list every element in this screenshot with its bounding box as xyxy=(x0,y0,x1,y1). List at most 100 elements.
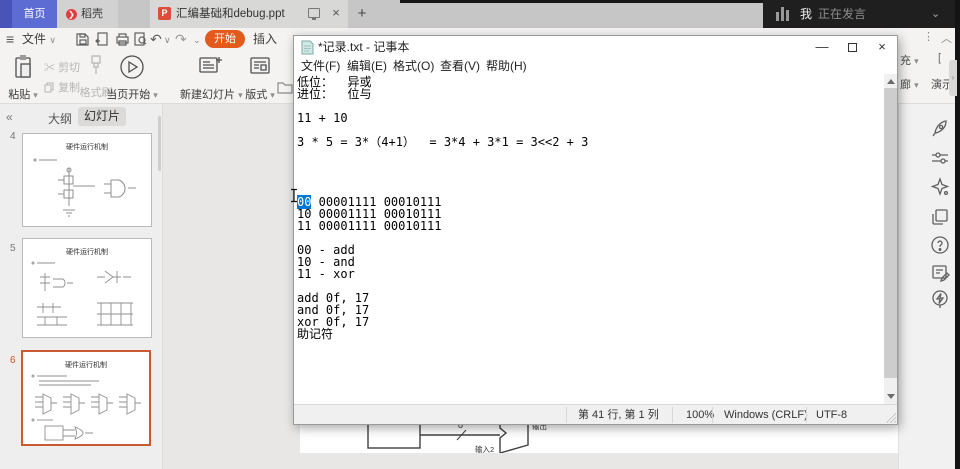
close-document-icon[interactable]: × xyxy=(328,5,344,21)
collapse-panel-button[interactable]: « xyxy=(6,110,13,124)
document-title: 汇编基础和debug.ppt xyxy=(176,8,285,20)
clipboard-icon xyxy=(15,55,31,78)
copy-label: 复制 xyxy=(58,82,81,94)
help-icon[interactable] xyxy=(930,235,950,255)
scroll-down-icon[interactable] xyxy=(884,390,897,404)
chevron-down-icon[interactable]: ⌄ xyxy=(931,0,940,28)
notepad-scrollbar[interactable] xyxy=(884,74,897,404)
line-ending: Windows (CRLF) xyxy=(724,409,808,421)
notepad-text-line: 11 + 10 xyxy=(297,111,348,125)
cut-label: 剪切 xyxy=(58,62,81,74)
maximize-button[interactable] xyxy=(837,36,867,58)
notepad-text-area[interactable]: 低位： 异或 进位： 位与 11 + 10 3 * 5 = 3*（4+1） = 3*4… xyxy=(294,74,897,404)
fill-button-partial[interactable]: 充 ▾ xyxy=(900,52,919,68)
cast-screen-icon[interactable] xyxy=(308,8,320,20)
menu-file[interactable]: 文件(F) xyxy=(301,58,340,74)
more-tools-icon[interactable]: ⌄ xyxy=(193,28,201,50)
notepad-statusbar: 第 41 行, 第 1 列 100% Windows (CRLF) UTF-8 xyxy=(294,404,897,424)
tab-docer-label: 稻壳 xyxy=(81,8,103,20)
undo-icon[interactable]: ↶ xyxy=(150,28,162,50)
ribbon-tab-insert[interactable]: 插入 xyxy=(253,28,277,50)
notepad-titlebar[interactable]: *记录.txt - 记事本 — × xyxy=(294,36,897,58)
slide-title: 硬件运行机制 xyxy=(66,249,108,256)
slide-thumbnail-6-selected[interactable]: 硬件运行机制 xyxy=(21,350,151,446)
text-cursor-pointer xyxy=(291,188,297,203)
minimize-button[interactable]: — xyxy=(807,36,837,58)
folder-icon[interactable] xyxy=(277,80,293,94)
notepad-title: *记录.txt - 记事本 xyxy=(318,40,410,54)
new-slide-button[interactable]: 新建幻灯片 ▾ xyxy=(180,54,243,101)
encoding: UTF-8 xyxy=(816,409,848,421)
slide-number: 5 xyxy=(10,243,16,254)
print-preview-icon[interactable] xyxy=(132,31,148,47)
notepad-window: *记录.txt - 记事本 — × 文件(F) 编辑(E) 格式(O) 查看(V… xyxy=(293,35,898,425)
notepad-text-line xyxy=(297,232,884,244)
new-slide-icon xyxy=(199,57,222,73)
more-vert-icon[interactable]: ⋮ xyxy=(923,30,934,43)
notepad-text-line: 10 - and xyxy=(297,255,355,269)
audio-level-icon xyxy=(776,7,792,21)
slide-panel: « 大纲 幻灯片 4 硬件运行机制 5 硬件运行机制 6 硬件运行机制 xyxy=(0,104,163,469)
rocket-icon[interactable] xyxy=(930,118,950,138)
flash-pin-icon[interactable] xyxy=(930,289,950,309)
file-menu[interactable]: 文件 ∨ xyxy=(22,28,56,50)
tab-slides[interactable]: 幻灯片 xyxy=(78,107,126,126)
scrollbar-thumb[interactable] xyxy=(884,88,897,378)
notepad-text-line: 00 - add xyxy=(297,243,355,257)
outline-button-partial[interactable]: 廊 ▾ xyxy=(900,76,919,92)
menu-edit[interactable]: 编辑(E) xyxy=(347,58,387,74)
sparkle-star-icon[interactable] xyxy=(930,177,950,197)
print-icon[interactable] xyxy=(114,31,130,47)
duplicate-layers-icon[interactable] xyxy=(930,207,950,227)
notepad-text-line xyxy=(297,148,884,160)
copy-button[interactable]: 复制 xyxy=(44,79,80,95)
new-tab-button[interactable]: + xyxy=(352,4,372,24)
play-icon xyxy=(120,55,144,79)
menu-format[interactable]: 格式(O) xyxy=(393,58,434,74)
menu-view[interactable]: 查看(V) xyxy=(440,58,480,74)
slide-thumbnail-4[interactable]: 硬件运行机制 xyxy=(22,133,152,227)
zoom-level[interactable]: 100% xyxy=(686,405,714,425)
notepad-text-line xyxy=(297,160,884,172)
paste-button[interactable]: 粘贴 ▾ xyxy=(5,54,41,101)
cursor-position: 第 41 行, 第 1 列 xyxy=(578,409,659,421)
tab-docer[interactable]: ❯ 稻壳 xyxy=(57,0,118,28)
play-from-current-button[interactable]: 当页开始 ▾ xyxy=(103,54,161,101)
top-divider xyxy=(400,0,763,3)
side-panel-handle[interactable]: › xyxy=(949,60,957,96)
notepad-text-line: 3 * 5 = 3*（4+1） = 3*4 + 3*1 = 3<<2 + 3 xyxy=(297,135,589,149)
bracket-icon: [ xyxy=(938,52,942,64)
redo-icon[interactable]: ↷ xyxy=(175,28,187,50)
notepad-text-line: xor 0f, 17 xyxy=(297,315,370,329)
sliders-icon[interactable] xyxy=(930,148,950,168)
slide-sketch xyxy=(33,158,136,217)
notepad-text-line xyxy=(297,172,884,184)
panel-scrollbar[interactable] xyxy=(158,116,161,171)
paste-label: 粘贴 xyxy=(8,89,31,101)
slide-sketch xyxy=(31,261,133,326)
scroll-up-icon[interactable] xyxy=(884,74,897,88)
meeting-status-bar[interactable]: 我 正在发言 ⌄ xyxy=(763,0,955,28)
ppt-file-icon: P xyxy=(158,7,171,20)
undo-dropdown[interactable]: ∨ xyxy=(164,28,171,50)
resize-grip[interactable] xyxy=(886,413,896,423)
input2-label: 输入2 xyxy=(475,444,494,453)
wps-presentation-app: 首页 ❯ 稻壳 P 汇编基础和debug.ppt × + 我 正在发言 ⌄ ≡ … xyxy=(0,0,960,469)
layout-button[interactable]: 版式 ▾ xyxy=(243,54,277,101)
export-icon[interactable] xyxy=(94,31,110,47)
hamburger-menu-icon[interactable]: ≡ xyxy=(6,28,14,50)
slide-thumbnail-5[interactable]: 硬件运行机制 xyxy=(22,238,152,338)
collapse-ribbon-icon[interactable]: ︿ xyxy=(941,30,952,46)
close-button[interactable]: × xyxy=(867,36,897,58)
notes-edit-icon[interactable] xyxy=(930,262,950,283)
meeting-me-label: 我 xyxy=(800,7,813,21)
notepad-text-line: 11 - xor xyxy=(297,267,355,281)
tab-document[interactable]: P 汇编基础和debug.ppt × xyxy=(150,0,348,28)
tab-outline[interactable]: 大纲 xyxy=(48,110,72,127)
ribbon-tab-start[interactable]: 开始 xyxy=(205,30,245,48)
menu-help[interactable]: 帮助(H) xyxy=(486,58,527,74)
tab-home[interactable]: 首页 xyxy=(12,0,57,28)
cut-button[interactable]: ✂ 剪切 xyxy=(44,59,80,75)
save-icon[interactable] xyxy=(74,31,90,47)
play-current-label: 当页开始 xyxy=(106,89,151,101)
